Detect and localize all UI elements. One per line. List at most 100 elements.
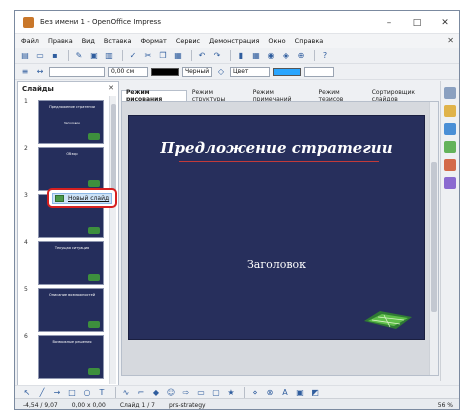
fill-color-select[interactable] bbox=[304, 66, 334, 77]
close-button[interactable]: ✕ bbox=[431, 11, 459, 34]
drawing-toolbar: ↖ ╱ → □ ○ T ∿ ⌐ ◆ ☺ ⇨ ▭ ▢ ★ ⋄ ⊗ A ▣ ◩ bbox=[15, 385, 459, 398]
menu-format[interactable]: Формат bbox=[140, 37, 166, 45]
tab-drawing-view[interactable]: Режим рисования bbox=[121, 89, 187, 103]
callouts-icon[interactable]: ▢ bbox=[210, 386, 222, 398]
menu-window[interactable]: Окно bbox=[268, 37, 285, 45]
slide-thumb-image: Текущая ситуация bbox=[38, 241, 104, 285]
thumb-decoration bbox=[88, 274, 100, 281]
slide-subtitle[interactable]: Заголовок bbox=[129, 258, 424, 271]
fill-mode-select[interactable]: Цвет bbox=[230, 66, 270, 77]
line-style-select[interactable] bbox=[49, 66, 105, 77]
menu-insert[interactable]: Вставка bbox=[104, 37, 132, 45]
menu-tools[interactable]: Сервис bbox=[176, 37, 200, 45]
navigator-icon[interactable] bbox=[444, 141, 456, 153]
block-arrows-icon[interactable]: ⇨ bbox=[180, 386, 192, 398]
edit-icon[interactable]: ✎ bbox=[73, 50, 85, 62]
print-icon[interactable]: ▥ bbox=[103, 50, 115, 62]
menu-edit[interactable]: Правка bbox=[48, 37, 73, 45]
connector-icon[interactable]: ⌐ bbox=[135, 386, 147, 398]
slides-panel-scrollbar[interactable] bbox=[109, 96, 116, 384]
help-icon[interactable]: ? bbox=[319, 50, 331, 62]
line-color-select[interactable]: Черный bbox=[182, 66, 212, 77]
thumb-title: Предложение стратегии bbox=[49, 105, 95, 109]
zoom-level[interactable]: 56 % bbox=[438, 402, 453, 409]
gallery-icon[interactable] bbox=[444, 123, 456, 135]
copy-icon[interactable]: ❐ bbox=[157, 50, 169, 62]
line-width-input[interactable]: 0,00 см bbox=[108, 66, 148, 77]
slide-thumbnail[interactable]: 2 Обзор bbox=[24, 145, 108, 191]
cursor-position: -4,54 / 9,07 bbox=[23, 401, 58, 409]
redo-icon[interactable]: ↷ bbox=[211, 50, 223, 62]
tab-outline-view[interactable]: Режим структуры bbox=[187, 89, 248, 103]
table-icon[interactable]: ▦ bbox=[250, 50, 262, 62]
minimize-button[interactable]: – bbox=[375, 11, 403, 34]
rectangle-icon[interactable]: □ bbox=[66, 386, 78, 398]
close-document-icon[interactable]: ✕ bbox=[447, 36, 454, 45]
styles-icon[interactable] bbox=[444, 105, 456, 117]
transition-icon[interactable] bbox=[444, 177, 456, 189]
open-icon[interactable]: ▭ bbox=[34, 50, 46, 62]
navigator-icon[interactable]: ◉ bbox=[265, 50, 277, 62]
flowchart-icon[interactable]: ▭ bbox=[195, 386, 207, 398]
slide-canvas[interactable]: Предложение стратегии Заголовок bbox=[128, 115, 425, 340]
line-icon[interactable]: ╱ bbox=[36, 386, 48, 398]
new-slide-menu-item[interactable]: Новый слайд bbox=[52, 193, 112, 204]
save-icon[interactable]: ▪ bbox=[49, 50, 61, 62]
slide-number: 1 bbox=[24, 98, 28, 105]
properties-icon[interactable] bbox=[444, 87, 456, 99]
slide-thumb-image: Описание возможностей bbox=[38, 288, 104, 332]
chart-icon[interactable]: ▮ bbox=[235, 50, 247, 62]
tab-slide-sorter[interactable]: Сортировщик слайдов bbox=[367, 89, 441, 103]
slide-thumb-image: Обзор bbox=[38, 147, 104, 191]
maximize-button[interactable]: □ bbox=[403, 11, 431, 34]
tab-handout-view[interactable]: Режим тезисов bbox=[314, 89, 367, 103]
symbol-shapes-icon[interactable]: ☺ bbox=[165, 386, 177, 398]
slide-thumbnail[interactable]: 1 Предложение стратегии Заголовок bbox=[24, 98, 108, 144]
zoom-icon[interactable]: ⊕ bbox=[295, 50, 307, 62]
menu-file[interactable]: Файл bbox=[21, 37, 39, 45]
arrow-style-icon[interactable]: ↔ bbox=[34, 66, 46, 78]
canvas-scrollbar[interactable] bbox=[429, 102, 438, 375]
thumb-decoration bbox=[88, 227, 100, 234]
thumb-title: Описание возможностей bbox=[48, 293, 96, 297]
slide-number: 2 bbox=[24, 145, 28, 152]
stars-icon[interactable]: ★ bbox=[225, 386, 237, 398]
menu-view[interactable]: Вид bbox=[82, 37, 95, 45]
thumb-decoration bbox=[88, 133, 100, 140]
line-fill-toolbar: ≡ ↔ 0,00 см Черный ◇ Цвет bbox=[15, 64, 459, 80]
slide-canvas-area: Предложение стратегии Заголовок bbox=[121, 101, 439, 376]
ellipse-icon[interactable]: ○ bbox=[81, 386, 93, 398]
panel-close-icon[interactable]: ✕ bbox=[108, 84, 114, 92]
curve-icon[interactable]: ∿ bbox=[120, 386, 132, 398]
scrollbar-thumb[interactable] bbox=[431, 162, 437, 312]
line-style-icon[interactable]: ≡ bbox=[19, 66, 31, 78]
window-title: Без имени 1 - OpenOffice Impress bbox=[40, 18, 161, 26]
animation-icon[interactable] bbox=[444, 159, 456, 171]
from-file-icon[interactable]: ▣ bbox=[294, 386, 306, 398]
slide-thumbnail[interactable]: 4 Текущая ситуация bbox=[24, 239, 108, 285]
select-icon[interactable]: ↖ bbox=[21, 386, 33, 398]
menu-help[interactable]: Справка bbox=[295, 37, 324, 45]
spellcheck-icon[interactable]: ✓ bbox=[127, 50, 139, 62]
cut-icon[interactable]: ✂ bbox=[142, 50, 154, 62]
glue-points-icon[interactable]: ⊗ bbox=[264, 386, 276, 398]
area-icon[interactable]: ◇ bbox=[215, 66, 227, 78]
points-icon[interactable]: ⋄ bbox=[249, 386, 261, 398]
paste-icon[interactable]: ▦ bbox=[172, 50, 184, 62]
undo-icon[interactable]: ↶ bbox=[196, 50, 208, 62]
tab-notes-view[interactable]: Режим примечаний bbox=[248, 89, 314, 103]
fontwork-icon[interactable]: A bbox=[279, 386, 291, 398]
slide-thumbnail[interactable]: 6 Возможные решения bbox=[24, 333, 108, 379]
new-document-icon[interactable]: ▤ bbox=[19, 50, 31, 62]
arrow-line-icon[interactable]: → bbox=[51, 386, 63, 398]
text-icon[interactable]: T bbox=[96, 386, 108, 398]
thumb-decoration bbox=[88, 321, 100, 328]
basic-shapes-icon[interactable]: ◆ bbox=[150, 386, 162, 398]
extrusion-icon[interactable]: ◩ bbox=[309, 386, 321, 398]
slide-title[interactable]: Предложение стратегии bbox=[129, 139, 424, 157]
gallery-icon[interactable]: ◈ bbox=[280, 50, 292, 62]
menu-slideshow[interactable]: Демонстрация bbox=[209, 37, 259, 45]
circuit-decoration-icon bbox=[364, 311, 412, 329]
slide-thumbnail[interactable]: 5 Описание возможностей bbox=[24, 286, 108, 332]
export-pdf-icon[interactable]: ▣ bbox=[88, 50, 100, 62]
